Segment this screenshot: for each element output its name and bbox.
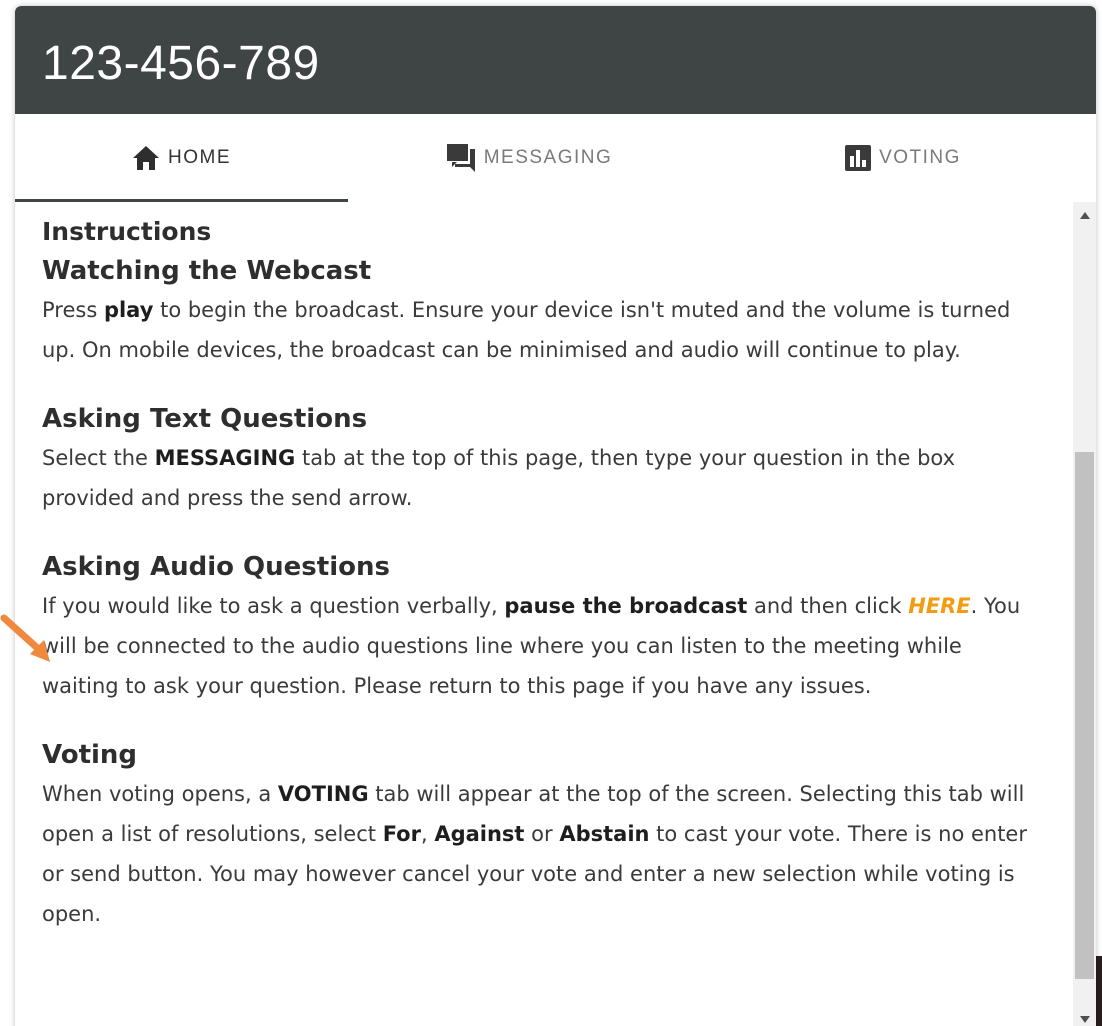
webcast-panel: 123-456-789 HOME MESSAGING VOTING Instru… — [15, 6, 1096, 1026]
scroll-down-arrow-icon[interactable] — [1073, 1010, 1096, 1026]
voting-paragraph: When voting opens, a VOTING tab will app… — [42, 782, 1027, 926]
tab-messaging-label: MESSAGING — [483, 147, 613, 168]
scroll-up-arrow-icon[interactable] — [1073, 206, 1096, 224]
tab-voting[interactable]: VOTING — [710, 114, 1096, 202]
webcast-heading: Watching the Webcast — [42, 256, 372, 286]
text-questions-heading: Asking Text Questions — [42, 404, 368, 434]
text-questions-paragraph: Select the MESSAGING tab at the top of t… — [42, 446, 956, 510]
tab-home[interactable]: HOME — [15, 114, 348, 202]
screen: 123-456-789 HOME MESSAGING VOTING Instru… — [0, 0, 1102, 1026]
meeting-id-title: 123-456-789 — [42, 37, 320, 90]
audio-questions-paragraph: If you would like to ask a question verb… — [42, 594, 1021, 698]
scrollbar-thumb[interactable] — [1075, 452, 1094, 979]
tab-home-label: HOME — [168, 147, 231, 168]
chat-icon — [446, 143, 476, 173]
webcast-paragraph: Press play to begin the broadcast. Ensur… — [42, 298, 1011, 362]
bar-chart-icon — [845, 145, 872, 171]
instructions-heading: Instructions — [42, 217, 212, 246]
here-link[interactable]: HERE — [908, 594, 970, 618]
tab-voting-label: VOTING — [879, 147, 961, 168]
audio-questions-heading: Asking Audio Questions — [42, 552, 390, 582]
tab-bar: HOME MESSAGING VOTING — [15, 114, 1096, 202]
home-icon — [132, 145, 160, 171]
vertical-scrollbar[interactable] — [1073, 202, 1096, 1026]
header-bar: 123-456-789 — [15, 6, 1096, 114]
annotation-arrow-icon — [0, 614, 50, 662]
tab-messaging[interactable]: MESSAGING — [348, 114, 710, 202]
voting-heading: Voting — [42, 740, 138, 770]
instructions-scroll-area[interactable]: Instructions Watching the Webcast Press … — [15, 202, 1096, 1026]
instructions-content: Instructions Watching the Webcast Press … — [42, 212, 1032, 934]
